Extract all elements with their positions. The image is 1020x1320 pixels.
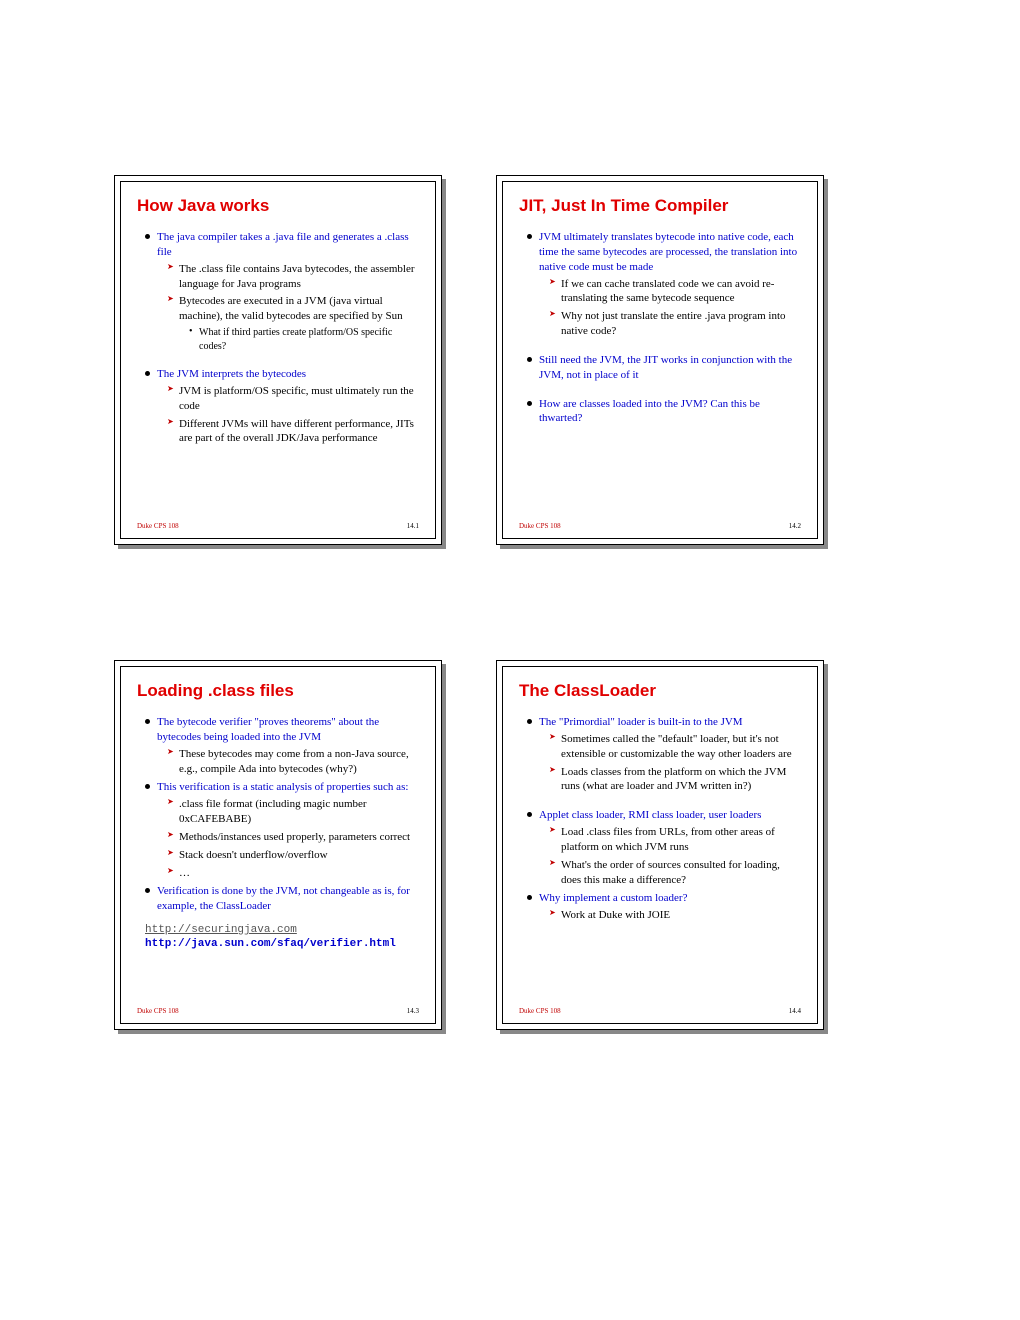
bullet-list: Still need the JVM, the JIT works in con… [519, 353, 801, 383]
footer-course: Duke CPS 108 [137, 1007, 179, 1015]
bullet-l1: Why implement a custom loader? Work at D… [527, 891, 801, 923]
bullet-l2: Bytecodes are executed in a JVM (java vi… [167, 294, 419, 353]
bullet-l2: These bytecodes may come from a non-Java… [167, 747, 419, 777]
bullet-l2: Methods/instances used properly, paramet… [167, 830, 419, 845]
bullet-l1: Still need the JVM, the JIT works in con… [527, 353, 801, 383]
bullet-l2: If we can cache translated code we can a… [549, 277, 801, 307]
slide-3: Loading .class files The bytecode verifi… [114, 660, 442, 1030]
footer-page: 14.1 [407, 522, 419, 530]
slide-footer: Duke CPS 108 14.4 [519, 1007, 801, 1015]
footer-course: Duke CPS 108 [137, 522, 179, 530]
bullet-l1: Verification is done by the JVM, not cha… [145, 884, 419, 914]
bullet-l2: JVM is platform/OS specific, must ultima… [167, 384, 419, 414]
slide-title: The ClassLoader [519, 681, 801, 701]
slide-handout-page: How Java works The java compiler takes a… [0, 0, 1020, 1320]
bullet-l1: How are classes loaded into the JVM? Can… [527, 397, 801, 427]
bullet-l1: The bytecode verifier "proves theorems" … [145, 715, 419, 776]
bullet-l1: The "Primordial" loader is built-in to t… [527, 715, 801, 794]
bullet-l2: Different JVMs will have different perfo… [167, 417, 419, 447]
bullet-l1: JVM ultimately translates bytecode into … [527, 230, 801, 339]
slide-inner-border: Loading .class files The bytecode verifi… [120, 666, 436, 1024]
slide-inner-border: JIT, Just In Time Compiler JVM ultimatel… [502, 181, 818, 539]
bullet-l2: Load .class files from URLs, from other … [549, 825, 801, 855]
bullet-l2: Stack doesn't underflow/overflow [167, 848, 419, 863]
footer-course: Duke CPS 108 [519, 1007, 561, 1015]
bullet-l2: Work at Duke with JOIE [549, 908, 801, 923]
bullet-list: Applet class loader, RMI class loader, u… [519, 808, 801, 923]
link-securingjava[interactable]: http://securingjava.com [145, 924, 419, 936]
bullet-l2: Loads classes from the platform on which… [549, 765, 801, 795]
slide-title: How Java works [137, 196, 419, 216]
bullet-l2: The .class file contains Java bytecodes,… [167, 262, 419, 292]
slide-4: The ClassLoader The "Primordial" loader … [496, 660, 824, 1030]
bullet-list: JVM ultimately translates bytecode into … [519, 230, 801, 339]
slide-footer: Duke CPS 108 14.3 [137, 1007, 419, 1015]
footer-course: Duke CPS 108 [519, 522, 561, 530]
link-verifier-faq[interactable]: http://java.sun.com/sfaq/verifier.html [145, 938, 419, 950]
bullet-l1: Applet class loader, RMI class loader, u… [527, 808, 801, 887]
slide-title: Loading .class files [137, 681, 419, 701]
slide-footer: Duke CPS 108 14.1 [137, 522, 419, 530]
bullet-l2: What's the order of sources consulted fo… [549, 858, 801, 888]
bullet-l1: The JVM interprets the bytecodes JVM is … [145, 367, 419, 446]
slide-1: How Java works The java compiler takes a… [114, 175, 442, 545]
slide-inner-border: How Java works The java compiler takes a… [120, 181, 436, 539]
bullet-l2: Sometimes called the "default" loader, b… [549, 732, 801, 762]
bullet-l3: What if third parties create platform/OS… [189, 326, 419, 353]
bullet-l2: Why not just translate the entire .java … [549, 309, 801, 339]
bullet-l2: … [167, 866, 419, 881]
footer-page: 14.3 [407, 1007, 419, 1015]
footer-page: 14.4 [789, 1007, 801, 1015]
bullet-list: The "Primordial" loader is built-in to t… [519, 715, 801, 794]
footer-page: 14.2 [789, 522, 801, 530]
slide-title: JIT, Just In Time Compiler [519, 196, 801, 216]
bullet-l1: The java compiler takes a .java file and… [145, 230, 419, 353]
slide-inner-border: The ClassLoader The "Primordial" loader … [502, 666, 818, 1024]
bullet-list: The bytecode verifier "proves theorems" … [137, 715, 419, 914]
bullet-list: The JVM interprets the bytecodes JVM is … [137, 367, 419, 446]
slide-2: JIT, Just In Time Compiler JVM ultimatel… [496, 175, 824, 545]
bullet-list: How are classes loaded into the JVM? Can… [519, 397, 801, 427]
bullet-l1: This verification is a static analysis o… [145, 780, 419, 880]
bullet-l2: .class file format (including magic numb… [167, 797, 419, 827]
bullet-list: The java compiler takes a .java file and… [137, 230, 419, 353]
slide-footer: Duke CPS 108 14.2 [519, 522, 801, 530]
